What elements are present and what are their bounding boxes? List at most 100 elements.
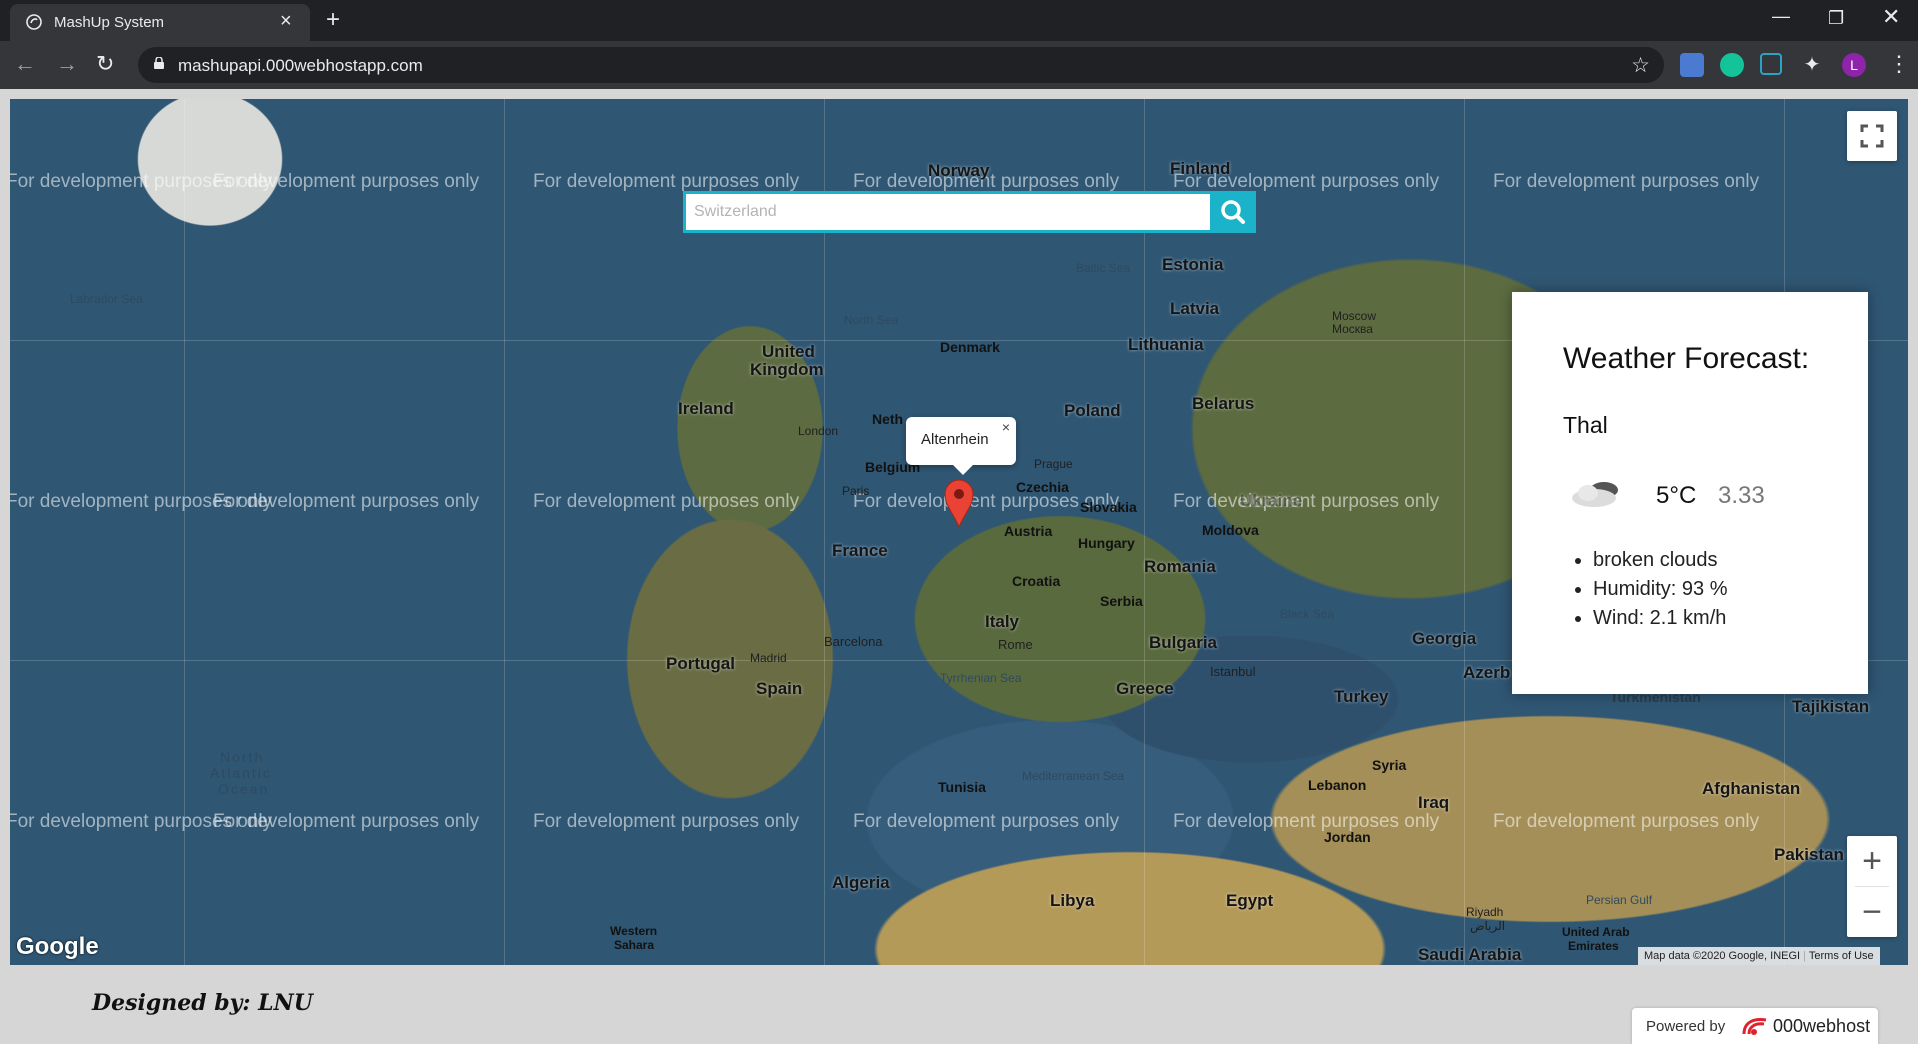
zoom-out-button[interactable]: − — [1847, 887, 1897, 937]
zoom-in-button[interactable]: + — [1847, 836, 1897, 886]
map-pin-icon[interactable] — [944, 478, 974, 528]
grammarly-icon[interactable] — [1720, 53, 1744, 77]
map-label: Lebanon — [1308, 777, 1367, 793]
map-label: Finland — [1170, 159, 1231, 178]
restore-icon[interactable]: ❐ — [1828, 8, 1844, 29]
map[interactable]: For development purposes only For develo… — [10, 99, 1908, 965]
map-label: Neth — [872, 411, 904, 427]
translate-icon[interactable] — [1680, 53, 1704, 77]
watermark: For development purposes only — [1493, 171, 1760, 192]
watermark: For development purposes only — [533, 491, 800, 512]
watermark: For development purposes only — [213, 491, 480, 512]
map-label: United Arab — [1562, 925, 1630, 939]
attribution-text: Map data ©2020 Google, INEGI — [1644, 950, 1801, 962]
map-label: Rome — [998, 637, 1033, 652]
browser-toolbar: ← → ↻ mashupapi.000webhostapp.com ☆ ✦ L … — [0, 41, 1918, 89]
watermark: For development purposes only — [213, 171, 480, 192]
watermark: For development purposes only — [1493, 811, 1760, 832]
map-label: Western — [610, 924, 658, 938]
map-label: Pakistan — [1774, 845, 1844, 864]
profile-avatar[interactable]: L — [1842, 53, 1866, 77]
star-icon[interactable]: ☆ — [1631, 53, 1650, 78]
map-label: France — [832, 541, 888, 560]
close-info-window-icon[interactable]: × — [1002, 419, 1010, 435]
map-label: Labrador Sea — [70, 292, 143, 306]
watermark: For development purposes only — [533, 171, 800, 192]
marker-info-window: Altenrhein × — [906, 417, 1016, 475]
map-label: Iraq — [1418, 793, 1450, 812]
map-label: الرياض — [1470, 919, 1506, 933]
map-label: Black Sea — [1280, 607, 1335, 621]
map-label: Tunisia — [938, 779, 986, 795]
map-label: Baltic Sea — [1076, 261, 1131, 275]
new-tab-icon[interactable]: + — [326, 6, 340, 34]
close-window-icon[interactable]: ✕ — [1882, 4, 1900, 30]
map-label: North Sea — [844, 313, 899, 327]
google-logo[interactable]: Google — [16, 933, 99, 961]
tab-title: MashUp System — [54, 14, 165, 31]
browser-tab[interactable]: MashUp System × — [10, 4, 310, 41]
address-bar[interactable]: mashupapi.000webhostapp.com ☆ — [138, 47, 1664, 83]
watermark: For development purposes only — [1173, 491, 1440, 512]
fullscreen-button[interactable] — [1847, 111, 1897, 161]
map-label: Atlantic — [210, 765, 272, 781]
minimize-icon[interactable]: — — [1772, 6, 1790, 27]
map-label: Saudi Arabia — [1418, 945, 1522, 964]
map-label: Lithuania — [1128, 335, 1204, 354]
map-label: Ukraine — [1240, 491, 1303, 510]
map-label: Riyadh — [1466, 905, 1504, 919]
map-label: Paris — [842, 484, 870, 498]
weather-city: Thal — [1563, 412, 1608, 438]
info-window-tail — [953, 465, 973, 475]
map-label: Algeria — [832, 873, 890, 892]
search-button[interactable] — [1210, 191, 1256, 233]
weather-heading: Weather Forecast: — [1563, 342, 1810, 375]
watermark: For development purposes only — [533, 811, 800, 832]
map-label: Denmark — [940, 339, 1000, 355]
map-label: Slovakia — [1080, 499, 1137, 515]
map-label: Sahara — [614, 938, 655, 952]
weather-details-list: broken clouds Humidity: 93 % Wind: 2.1 k… — [1563, 549, 1728, 636]
map-label: Tajikistan — [1792, 697, 1870, 716]
map-label: London — [798, 424, 839, 438]
map-label: Croatia — [1012, 573, 1061, 589]
close-tab-icon[interactable]: × — [280, 10, 292, 33]
designed-by-text: Designed by: LNU — [92, 990, 313, 1016]
reload-icon[interactable]: ↻ — [96, 51, 114, 77]
tab-bar: MashUp System × + — ❐ ✕ — [0, 0, 1918, 41]
forward-icon[interactable]: → — [56, 51, 78, 77]
map-label: Turkey — [1334, 687, 1389, 706]
weather-temperature: 5°C — [1656, 482, 1697, 509]
map-label: Portugal — [666, 654, 735, 673]
map-label: Italy — [985, 612, 1020, 631]
map-label: Madrid — [750, 651, 787, 665]
weather-forecast-card: Weather Forecast: Thal 5°C 3.33 broken c… — [1512, 292, 1868, 694]
watermark: For development purposes only — [1173, 811, 1440, 832]
map-label: Jordan — [1324, 829, 1371, 845]
powered-by-badge[interactable]: Powered by 000webhost — [1632, 1008, 1878, 1044]
map-label: Istanbul — [1210, 664, 1256, 679]
map-label: Tyrrhenian Sea — [940, 671, 1022, 685]
map-label: Moscow — [1332, 309, 1377, 323]
extension-n-icon[interactable] — [1760, 53, 1782, 75]
map-label: Hungary — [1078, 535, 1135, 551]
menu-icon[interactable]: ⋮ — [1888, 51, 1910, 77]
map-label: Norway — [928, 161, 990, 180]
map-label: Greece — [1116, 679, 1174, 698]
map-label: United — [762, 342, 815, 361]
location-search-input[interactable] — [686, 194, 1216, 230]
location-search-box — [683, 191, 1256, 233]
puzzle-icon[interactable]: ✦ — [1800, 53, 1824, 77]
map-label: Ireland — [678, 399, 734, 418]
map-label: Ocean — [218, 781, 270, 797]
map-label: Czechia — [1016, 479, 1069, 495]
watermark: For development purposes only — [213, 811, 480, 832]
map-label: Москва — [1332, 322, 1373, 336]
weather-humidity: Humidity: 93 % — [1593, 578, 1728, 601]
zoom-control: + − — [1847, 836, 1897, 937]
back-icon[interactable]: ← — [14, 51, 36, 77]
terms-link[interactable]: Terms of Use — [1809, 950, 1874, 962]
map-label: Latvia — [1170, 299, 1220, 318]
map-label: North — [220, 749, 265, 765]
webhost-logo-icon — [1742, 1018, 1767, 1035]
